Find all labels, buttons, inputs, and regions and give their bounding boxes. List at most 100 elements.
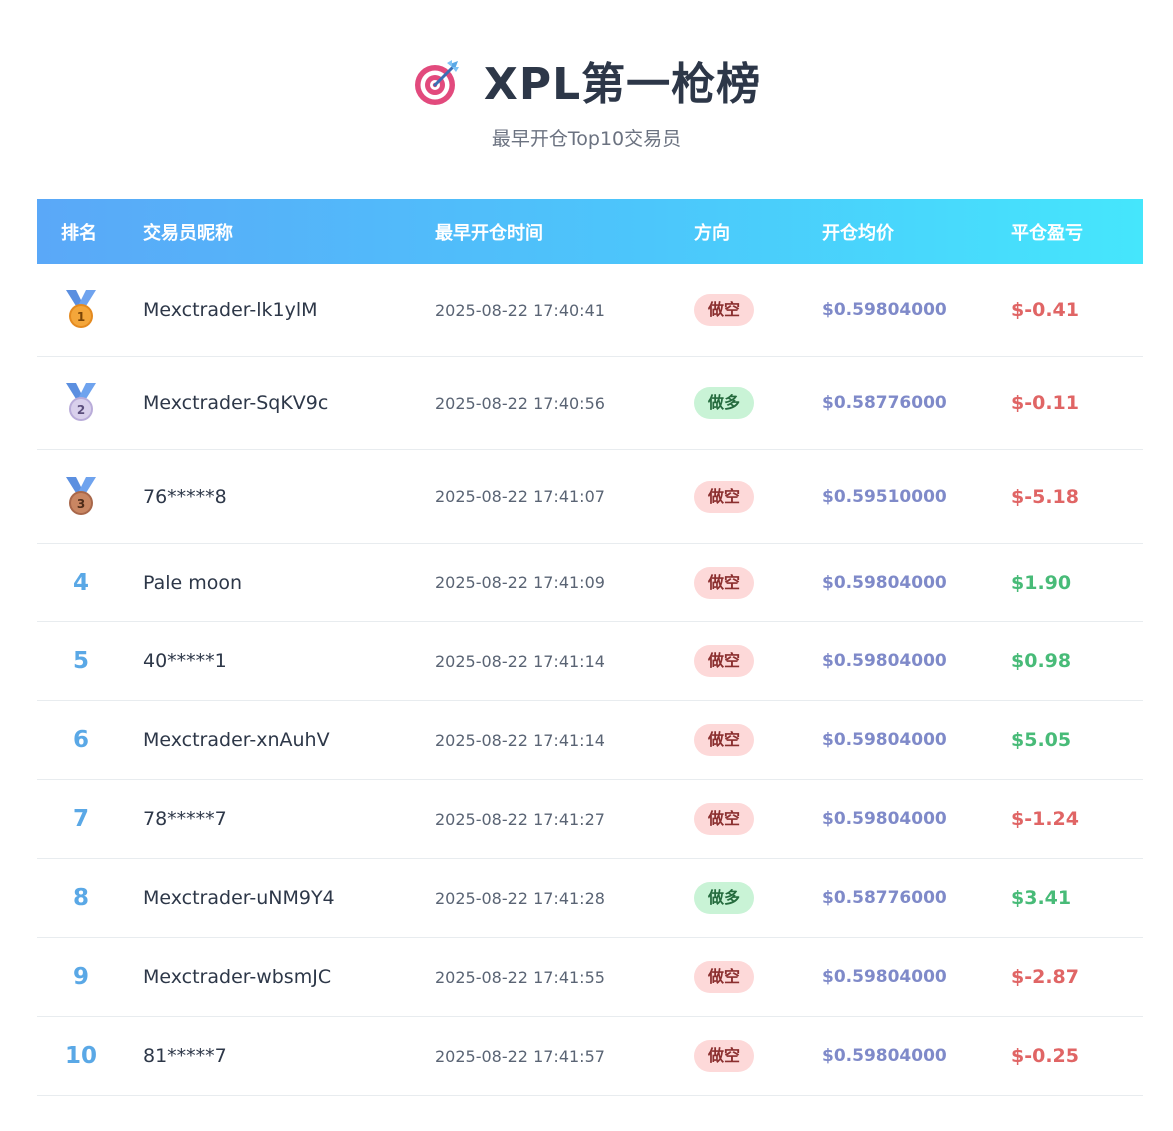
direction-cell: 做空 xyxy=(694,961,755,993)
direction-cell: 做空 xyxy=(694,724,755,756)
direction-cell: 做空 xyxy=(694,1040,755,1072)
column-header-direction: 方向 xyxy=(694,222,730,244)
svg-text:2: 2 xyxy=(77,403,85,417)
direction-badge: 做空 xyxy=(694,724,755,756)
open-time: 2025-08-22 17:41:55 xyxy=(435,967,605,987)
table-header: 排名 交易员昵称 最早开仓时间 方向 开仓均价 平仓盈亏 xyxy=(37,199,1143,264)
rank-cell: 5 xyxy=(37,648,125,674)
column-header-pnl: 平仓盈亏 xyxy=(1011,222,1083,244)
avg-price: $0.59804000 xyxy=(822,300,947,320)
close-pnl: $5.05 xyxy=(1011,729,1072,751)
close-pnl: $1.90 xyxy=(1011,571,1072,594)
rank-cell: 10 xyxy=(37,1043,125,1069)
direction-badge: 做空 xyxy=(694,294,755,326)
avg-price: $0.59804000 xyxy=(822,1046,947,1066)
open-time: 2025-08-22 17:41:14 xyxy=(435,651,605,671)
trader-nickname: Mexctrader-uNM9Y4 xyxy=(143,887,335,909)
direction-cell: 做空 xyxy=(694,803,755,835)
rank-number: 5 xyxy=(72,648,89,674)
open-time: 2025-08-22 17:41:07 xyxy=(435,487,605,506)
rank-number: 7 xyxy=(72,806,89,832)
close-pnl: $-0.41 xyxy=(1011,299,1079,321)
rank-cell: 3 xyxy=(37,476,125,517)
target-dart-icon xyxy=(414,60,459,105)
avg-price: $0.59510000 xyxy=(822,486,947,507)
avg-price: $0.59804000 xyxy=(822,809,947,829)
silver-medal-icon: 2 xyxy=(66,383,96,421)
direction-cell: 做空 xyxy=(694,294,755,326)
table-row[interactable]: 9 Mexctrader-wbsmJC 2025-08-22 17:41:55 … xyxy=(37,938,1143,1017)
title-row: XPL第一枪榜 xyxy=(0,50,1173,110)
table-row[interactable]: 10 81*****7 2025-08-22 17:41:57 做空 $0.59… xyxy=(37,1017,1143,1096)
rank-cell: 4 xyxy=(37,570,125,596)
close-pnl: $0.98 xyxy=(1011,650,1072,672)
table-row[interactable]: 5 40*****1 2025-08-22 17:41:14 做空 $0.598… xyxy=(37,622,1143,701)
trader-nickname: Mexctrader-SqKV9c xyxy=(143,392,329,414)
rank-number: 4 xyxy=(72,569,89,596)
rank-number: 10 xyxy=(64,1043,97,1069)
open-time: 2025-08-22 17:41:28 xyxy=(435,888,605,908)
direction-cell: 做空 xyxy=(694,566,755,599)
open-time: 2025-08-22 17:41:14 xyxy=(435,730,605,750)
avg-price: $0.59804000 xyxy=(822,651,947,671)
close-pnl: $3.41 xyxy=(1011,887,1072,909)
rank-cell: 8 xyxy=(37,885,125,911)
close-pnl: $-5.18 xyxy=(1011,485,1079,508)
table-row[interactable]: 3 76*****8 2025-08-22 17:41:07 做空 $0.595… xyxy=(37,450,1143,544)
rank-cell: 6 xyxy=(37,727,125,753)
direction-cell: 做空 xyxy=(694,645,755,677)
open-time: 2025-08-22 17:41:27 xyxy=(435,809,605,829)
page-header: XPL第一枪榜 最早开仓Top10交易员 xyxy=(0,0,1173,199)
close-pnl: $-1.24 xyxy=(1011,808,1079,830)
avg-price: $0.58776000 xyxy=(822,393,947,413)
direction-badge: 做空 xyxy=(694,645,755,677)
leaderboard-table: 排名 交易员昵称 最早开仓时间 方向 开仓均价 平仓盈亏 1 Mexctrade… xyxy=(37,199,1143,1096)
table-body: 1 Mexctrader-lk1ylM 2025-08-22 17:40:41 … xyxy=(37,264,1143,1096)
table-row[interactable]: 1 Mexctrader-lk1ylM 2025-08-22 17:40:41 … xyxy=(37,264,1143,357)
trader-nickname: 81*****7 xyxy=(143,1045,227,1067)
table-row[interactable]: 7 78*****7 2025-08-22 17:41:27 做空 $0.598… xyxy=(37,780,1143,859)
avg-price: $0.59804000 xyxy=(822,572,947,593)
trader-nickname: Pale moon xyxy=(143,571,243,594)
svg-text:3: 3 xyxy=(77,497,85,511)
direction-badge: 做空 xyxy=(694,566,755,599)
page-title: XPL第一枪榜 xyxy=(483,59,762,110)
direction-badge: 做多 xyxy=(694,387,755,419)
trader-nickname: Mexctrader-xnAuhV xyxy=(143,729,330,751)
direction-badge: 做空 xyxy=(694,480,755,513)
bronze-medal-icon: 3 xyxy=(66,476,96,515)
avg-price: $0.59804000 xyxy=(822,967,947,987)
direction-cell: 做多 xyxy=(694,882,755,914)
trader-nickname: 76*****8 xyxy=(143,485,227,508)
trader-nickname: 78*****7 xyxy=(143,808,227,830)
table-row[interactable]: 8 Mexctrader-uNM9Y4 2025-08-22 17:41:28 … xyxy=(37,859,1143,938)
table-row[interactable]: 6 Mexctrader-xnAuhV 2025-08-22 17:41:14 … xyxy=(37,701,1143,780)
column-header-nickname: 交易员昵称 xyxy=(143,222,233,244)
trader-nickname: Mexctrader-wbsmJC xyxy=(143,966,332,988)
trader-nickname: 40*****1 xyxy=(143,650,227,672)
column-header-avg-price: 开仓均价 xyxy=(822,222,894,244)
rank-number: 8 xyxy=(72,885,89,911)
column-header-open-time: 最早开仓时间 xyxy=(435,222,543,244)
direction-cell: 做空 xyxy=(694,480,755,513)
rank-cell: 7 xyxy=(37,806,125,832)
close-pnl: $-0.11 xyxy=(1011,392,1079,414)
direction-badge: 做空 xyxy=(694,1040,755,1072)
open-time: 2025-08-22 17:40:41 xyxy=(435,300,605,320)
table-row[interactable]: 2 Mexctrader-SqKV9c 2025-08-22 17:40:56 … xyxy=(37,357,1143,450)
column-header-rank: 排名 xyxy=(61,222,97,244)
rank-cell: 2 xyxy=(37,383,125,423)
open-time: 2025-08-22 17:41:57 xyxy=(435,1046,605,1066)
rank-number: 6 xyxy=(72,727,89,753)
rank-number: 9 xyxy=(72,964,89,990)
table-row[interactable]: 4 Pale moon 2025-08-22 17:41:09 做空 $0.59… xyxy=(37,544,1143,622)
rank-cell: 9 xyxy=(37,964,125,990)
avg-price: $0.59804000 xyxy=(822,730,947,750)
avg-price: $0.58776000 xyxy=(822,888,947,908)
direction-badge: 做多 xyxy=(694,882,755,914)
rank-cell: 1 xyxy=(37,290,125,330)
trader-nickname: Mexctrader-lk1ylM xyxy=(143,299,318,321)
close-pnl: $-0.25 xyxy=(1011,1045,1079,1067)
direction-badge: 做空 xyxy=(694,803,755,835)
page-subtitle: 最早开仓Top10交易员 xyxy=(491,128,682,150)
